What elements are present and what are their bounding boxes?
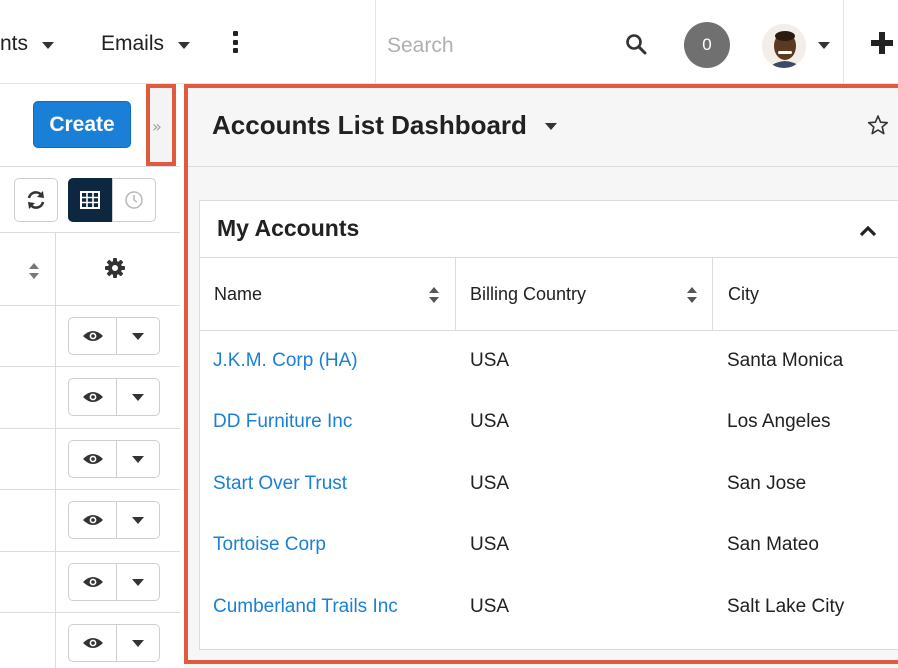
search-icon[interactable] <box>625 33 647 55</box>
column-divider <box>712 257 713 330</box>
row-actions-dropdown[interactable] <box>117 625 159 661</box>
nav-emails-tab[interactable]: Emails <box>101 32 191 56</box>
city-cell: San Mateo <box>727 534 819 555</box>
eye-icon <box>82 331 103 341</box>
divider <box>199 257 898 258</box>
dashboard-title[interactable]: Accounts List Dashboard <box>212 110 557 141</box>
preview-button[interactable] <box>69 564 117 600</box>
preview-button[interactable] <box>69 318 117 354</box>
billing-country-cell: USA <box>470 411 510 432</box>
account-name-link[interactable]: Tortoise Corp <box>213 534 326 556</box>
divider <box>0 612 180 613</box>
row-action-button[interactable] <box>68 378 160 416</box>
notification-badge[interactable]: 0 <box>684 22 730 68</box>
nav-accounts-tab[interactable]: nts <box>0 32 55 56</box>
chevron-down-icon <box>132 455 144 463</box>
account-name-link[interactable]: J.K.M. Corp (HA) <box>213 350 358 372</box>
table-icon <box>80 191 100 209</box>
eye-icon <box>82 577 103 587</box>
refresh-button[interactable] <box>14 178 58 222</box>
column-header-name[interactable]: Name <box>214 284 262 305</box>
star-icon[interactable] <box>867 114 889 136</box>
chevron-down-icon[interactable] <box>178 41 191 49</box>
divider <box>0 489 180 490</box>
row-actions-dropdown[interactable] <box>117 502 159 538</box>
divider <box>0 305 180 306</box>
city-cell: Los Angeles <box>727 411 831 432</box>
nav-accounts-label: nts <box>0 32 29 55</box>
top-nav: nts Emails Search 0 <box>0 0 898 84</box>
billing-country-cell: USA <box>470 473 510 494</box>
preview-button[interactable] <box>69 441 117 477</box>
chevron-down-icon[interactable] <box>544 123 557 130</box>
preview-button[interactable] <box>69 625 117 661</box>
row-actions-dropdown[interactable] <box>117 318 159 354</box>
chevron-down-icon <box>132 639 144 647</box>
account-name-link[interactable]: DD Furniture Inc <box>213 411 352 433</box>
account-name-link[interactable]: Cumberland Trails Inc <box>213 596 398 618</box>
billing-country-cell: USA <box>470 596 510 617</box>
eye-icon <box>82 515 103 525</box>
billing-country-cell: USA <box>470 534 510 555</box>
eye-icon <box>82 392 103 402</box>
billing-country-cell: USA <box>470 350 510 371</box>
activity-view-toggle[interactable] <box>112 178 156 222</box>
chevron-down-icon[interactable] <box>42 41 55 49</box>
eye-icon <box>82 638 103 648</box>
chevron-down-icon <box>132 516 144 524</box>
chevron-down-icon <box>132 393 144 401</box>
nav-emails-label: Emails <box>101 32 165 55</box>
create-button[interactable]: Create <box>33 101 131 148</box>
city-cell: Salt Lake City <box>727 596 845 617</box>
row-action-button[interactable] <box>68 624 160 662</box>
divider <box>199 330 898 331</box>
divider <box>188 166 898 167</box>
eye-icon <box>82 454 103 464</box>
divider <box>0 551 180 552</box>
collapse-icon[interactable] <box>858 224 878 238</box>
row-actions-dropdown[interactable] <box>117 379 159 415</box>
dashlet-title: My Accounts <box>217 215 360 241</box>
more-menu-icon[interactable] <box>231 31 239 53</box>
plus-icon[interactable] <box>870 31 894 55</box>
divider <box>0 366 180 367</box>
row-action-button[interactable] <box>68 317 160 355</box>
user-photo-icon <box>762 24 806 68</box>
highlight-frame-bottom <box>184 660 898 664</box>
gear-icon[interactable] <box>105 258 125 278</box>
row-action-button[interactable] <box>68 563 160 601</box>
sort-icon[interactable] <box>686 286 698 304</box>
column-divider <box>455 257 456 330</box>
sort-icon[interactable] <box>428 286 440 304</box>
preview-button[interactable] <box>69 502 117 538</box>
table-view-toggle[interactable] <box>68 178 112 222</box>
dashboard-title-label: Accounts List Dashboard <box>212 110 527 140</box>
sort-icon[interactable] <box>28 262 40 280</box>
refresh-icon <box>27 191 45 209</box>
row-action-button[interactable] <box>68 501 160 539</box>
row-actions-dropdown[interactable] <box>117 564 159 600</box>
chevron-down-icon[interactable] <box>818 42 830 49</box>
divider <box>0 166 180 167</box>
city-cell: Santa Monica <box>727 350 844 371</box>
search-input[interactable]: Search <box>387 34 454 58</box>
row-action-button[interactable] <box>68 440 160 478</box>
chevron-down-icon <box>132 332 144 340</box>
account-name-link[interactable]: Start Over Trust <box>213 473 347 495</box>
city-cell: San Jose <box>727 473 807 494</box>
row-actions-dropdown[interactable] <box>117 441 159 477</box>
app-root: nts Emails Search 0 Create » Accounts Li… <box>0 0 898 668</box>
avatar[interactable] <box>762 24 806 68</box>
expand-icon[interactable]: » <box>152 117 162 136</box>
divider <box>0 232 180 233</box>
chevron-down-icon <box>132 578 144 586</box>
column-header-billing-country[interactable]: Billing Country <box>470 284 586 305</box>
preview-button[interactable] <box>69 379 117 415</box>
clock-icon <box>125 191 143 209</box>
nav-divider <box>375 0 376 84</box>
column-divider <box>55 232 56 668</box>
nav-divider <box>843 0 844 84</box>
divider <box>0 428 180 429</box>
column-header-city[interactable]: City <box>728 284 759 305</box>
